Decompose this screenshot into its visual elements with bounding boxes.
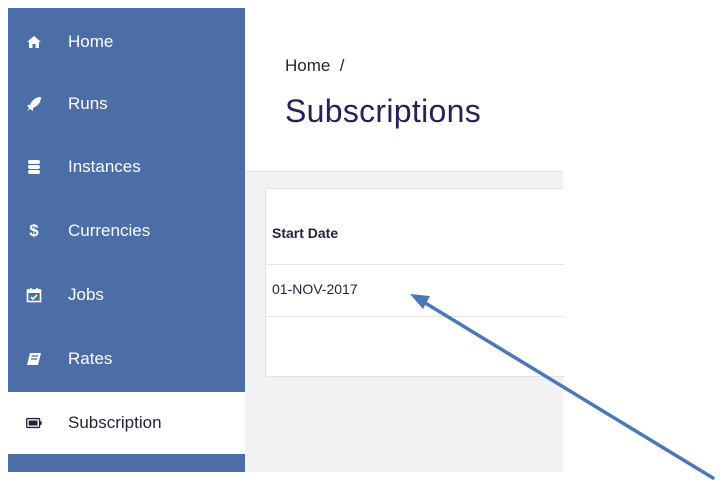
calendar-check-icon (26, 287, 42, 303)
book-icon (26, 351, 42, 367)
battery-icon (26, 415, 42, 431)
breadcrumb[interactable]: Home / (285, 56, 345, 76)
sidebar-item-label: Jobs (68, 285, 104, 304)
sidebar-item-jobs[interactable]: Jobs (8, 264, 245, 326)
sidebar: Home Runs Instances $ Currencies Jobs Ra… (8, 8, 245, 472)
home-icon (26, 34, 42, 50)
sidebar-item-runs[interactable]: Runs (8, 73, 245, 135)
table-header: Start Date (266, 189, 564, 265)
sidebar-item-label: Rates (68, 349, 113, 368)
rocket-icon (26, 96, 42, 112)
sidebar-item-label: Currencies (68, 221, 151, 240)
column-header-start-date[interactable]: Start Date (272, 225, 338, 241)
start-date-cell: 01-NOV-2017 (272, 281, 358, 297)
sidebar-item-home[interactable]: Home (8, 11, 245, 73)
sidebar-item-instances[interactable]: Instances (8, 136, 245, 198)
sidebar-item-subscription[interactable]: Subscription (8, 392, 245, 454)
dollar-icon: $ (29, 221, 39, 240)
table-row[interactable]: 01-NOV-2017 (266, 265, 564, 317)
page-header: Home / Subscriptions (245, 8, 563, 172)
sidebar-item-label: Subscription (68, 413, 162, 432)
sidebar-item-label: Home (68, 32, 114, 51)
main-content: Home / Subscriptions Start Date 01-NOV-2… (245, 8, 564, 472)
sidebar-item-label: Instances (68, 157, 141, 176)
page-title: Subscriptions (285, 93, 481, 129)
sidebar-item-label: Runs (68, 94, 108, 113)
database-icon (26, 159, 42, 175)
sidebar-item-currencies[interactable]: $ Currencies (8, 200, 245, 262)
subscriptions-table: Start Date 01-NOV-2017 (265, 188, 564, 377)
sidebar-item-rates[interactable]: Rates (8, 328, 245, 390)
